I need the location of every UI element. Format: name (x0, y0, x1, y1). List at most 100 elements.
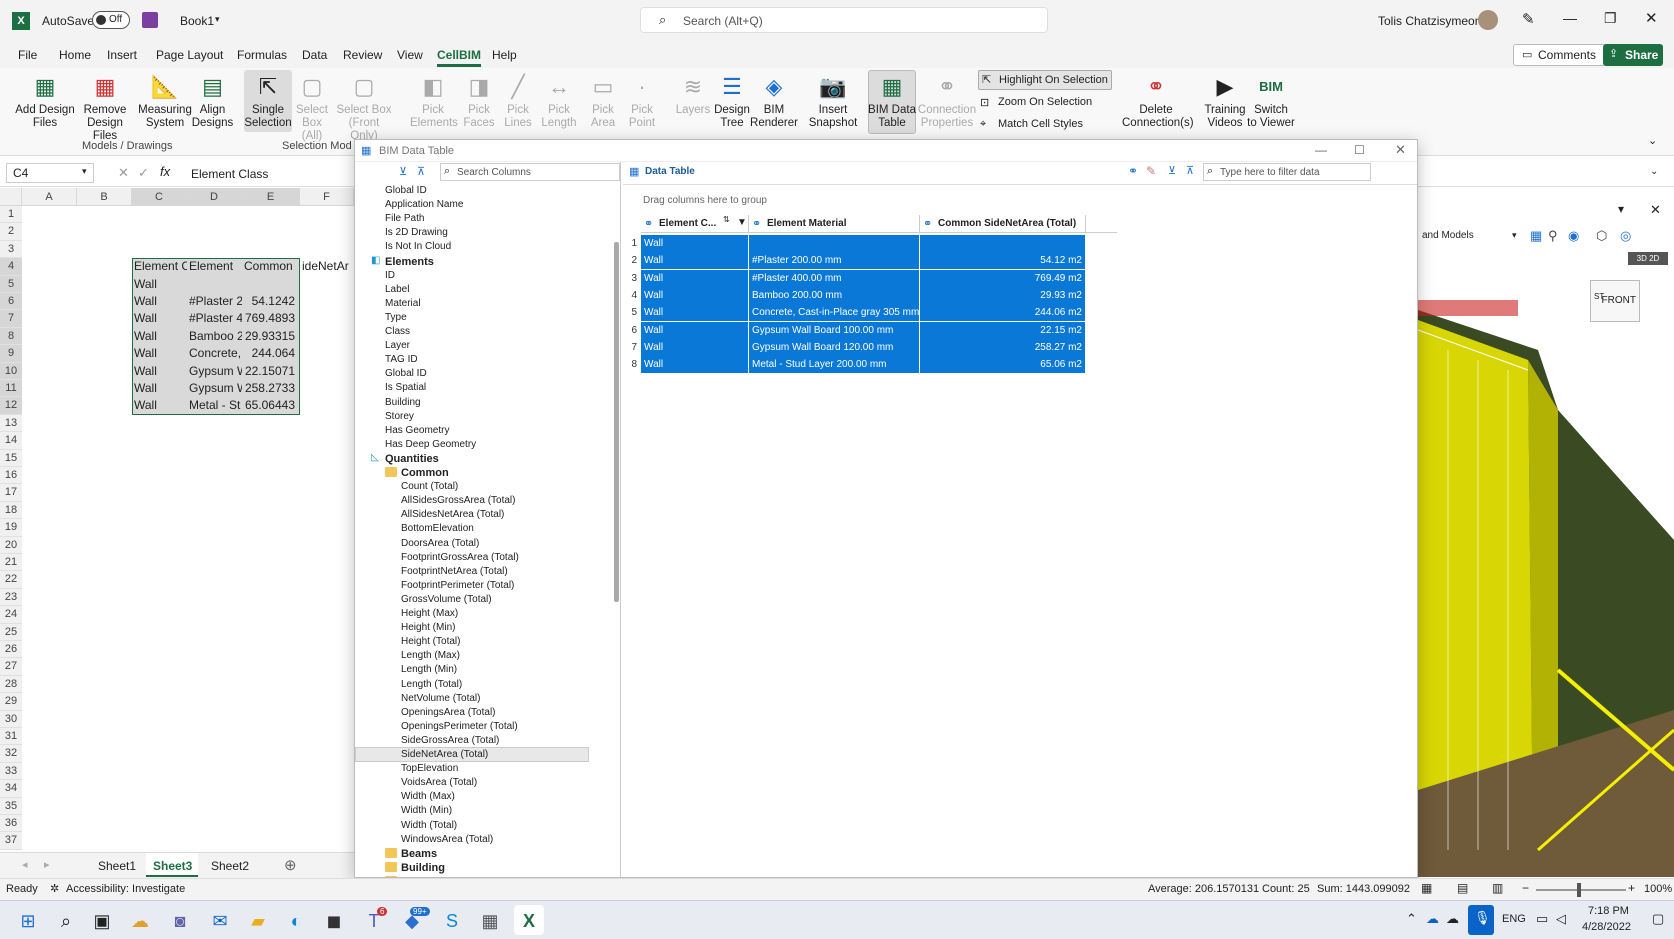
tree-item[interactable]: Layer (385, 339, 410, 353)
sheet-cell[interactable]: #Plaster 2 (187, 293, 242, 310)
tree-item[interactable]: SideNetArea (Total) (401, 748, 488, 762)
match-cell-styles-toggle[interactable]: Match Cell Styles (998, 118, 1083, 130)
sheet-cell[interactable]: 65.06443 (242, 397, 297, 414)
sheet-tab-sheet1[interactable]: Sheet1 (98, 859, 136, 873)
menu-help[interactable]: Help (492, 48, 517, 62)
table-cell[interactable]: Wall (641, 269, 749, 287)
tree-item[interactable]: Building Element Proxies (401, 875, 534, 877)
row-header[interactable]: 11 (0, 380, 22, 398)
table-cell[interactable]: 65.06 m2 (920, 356, 1086, 374)
tree-item[interactable]: TAG ID (385, 353, 418, 367)
menu-home[interactable]: Home (59, 48, 91, 62)
tree-item[interactable]: Global ID (385, 184, 427, 198)
delete-connections-button[interactable]: ⚭ Delete Connection(s) (1122, 72, 1194, 130)
tree-item[interactable]: VoidsArea (Total) (401, 776, 477, 790)
bim-renderer-button[interactable]: ◈ BIM Renderer (750, 72, 798, 130)
sheet-cell[interactable]: 769.4893 (242, 310, 297, 327)
sort-icon[interactable]: ⇅ (723, 215, 730, 224)
table-cell[interactable]: 769.49 m2 (920, 269, 1086, 287)
table-row[interactable]: 1 Wall (623, 235, 1113, 253)
row-header[interactable]: 2 (0, 223, 22, 241)
design-tree-button[interactable]: ☰ Design Tree (710, 72, 754, 130)
globe-icon[interactable]: ◉ (1568, 228, 1579, 244)
tree-item[interactable]: FootprintGrossArea (Total) (401, 551, 519, 565)
tree-scrollbar[interactable] (614, 242, 619, 602)
skype-icon[interactable]: S (440, 909, 464, 933)
switch-to-viewer-button[interactable]: BIM Switch to Viewer (1246, 72, 1296, 130)
check-icon[interactable]: ✓ (138, 165, 149, 181)
table-cell[interactable]: 22.15 m2 (920, 321, 1086, 339)
row-header[interactable]: 32 (0, 745, 22, 763)
search-columns-input[interactable]: ⌕ Search Columns (440, 163, 620, 181)
row-header[interactable]: 16 (0, 467, 22, 485)
column-header-c[interactable]: C (132, 188, 187, 206)
column-header-a[interactable]: A (22, 188, 77, 206)
row-header[interactable]: 15 (0, 449, 22, 467)
restore-icon[interactable]: ❐ (1604, 10, 1617, 27)
table-cell[interactable]: 258.27 m2 (920, 338, 1086, 356)
table-cell[interactable] (749, 235, 920, 252)
tree-item[interactable]: Quantities (385, 452, 439, 466)
menu-view[interactable]: View (397, 48, 423, 62)
task-view-icon[interactable]: ▣ (90, 909, 114, 933)
dialog-close-icon[interactable]: ✕ (1395, 142, 1406, 158)
table-cell[interactable]: Concrete, Cast-in-Place gray 305 mm (749, 304, 920, 322)
row-header[interactable]: 34 (0, 780, 22, 798)
row-header[interactable]: 17 (0, 484, 22, 502)
tree-item[interactable]: Application Name (385, 198, 463, 212)
menu-page-layout[interactable]: Page Layout (156, 48, 223, 62)
zoom-slider-track[interactable] (1536, 889, 1626, 891)
column-header-d[interactable]: D (187, 188, 242, 206)
sheet-cell[interactable]: 244.064 (242, 345, 297, 362)
ribbon-collapse-icon[interactable]: ⌄ (1648, 134, 1657, 147)
sheet-cell[interactable]: 54.1242 (242, 293, 297, 310)
sheet-cell[interactable]: Wall (132, 380, 187, 397)
row-header[interactable]: 4 (0, 258, 22, 276)
tree-item[interactable]: Class (385, 325, 410, 339)
sheet-cell[interactable]: Gypsum W (187, 363, 242, 380)
expand-rows-icon[interactable]: ⊻ (1168, 164, 1176, 177)
zoom-in-icon[interactable]: + (1628, 881, 1635, 895)
menu-cellbim[interactable]: CellBIM (437, 48, 482, 67)
tree-item[interactable]: WindowsArea (Total) (401, 833, 493, 847)
chevron-down-icon[interactable]: ⌄ (1650, 166, 1658, 177)
tree-item[interactable]: Width (Min) (401, 804, 452, 818)
clock-time[interactable]: 7:18 PM (1588, 905, 1629, 917)
tree-item[interactable]: NetVolume (Total) (401, 692, 480, 706)
sheet-cell[interactable]: Wall (132, 397, 187, 414)
header-side-net-area[interactable]: ⚭ Common SideNetArea (Total) (920, 215, 1086, 233)
row-header[interactable]: 7 (0, 310, 22, 328)
tree-item[interactable]: Length (Total) (401, 678, 462, 692)
sheet-cell[interactable]: Element (187, 258, 242, 275)
zoom-out-icon[interactable]: − (1522, 881, 1529, 895)
table-cell[interactable]: Bamboo 200.00 mm (749, 286, 920, 304)
align-designs-button[interactable]: ▤ Align Designs (190, 72, 235, 130)
table-cell[interactable]: Metal - Stud Layer 200.00 mm (749, 356, 920, 374)
table-row[interactable]: 8 Wall Metal - Stud Layer 200.00 mm 65.06 m… (623, 356, 1113, 375)
windows-start-icon[interactable]: ⊞ (16, 909, 40, 933)
table-row[interactable]: 3 Wall #Plaster 400.00 mm 769.49 m2 (623, 269, 1113, 288)
row-header[interactable]: 25 (0, 623, 22, 641)
pick-faces-button[interactable]: ◨ Pick Faces (458, 72, 500, 130)
view-mode-badge[interactable]: 3D 2D (1628, 252, 1668, 265)
cancel-icon[interactable]: ✕ (118, 165, 129, 181)
column-tree[interactable]: Global ID Application Name File Path Is 2D … (355, 184, 613, 877)
row-header[interactable]: 3 (0, 240, 22, 259)
row-header[interactable]: 27 (0, 658, 22, 676)
zoom-on-selection-toggle[interactable]: Zoom On Selection (998, 96, 1092, 108)
table-cell[interactable]: Wall (641, 304, 749, 322)
add-sheet-icon[interactable]: ⊕ (284, 856, 297, 874)
pick-area-button[interactable]: ▭ Pick Area (582, 72, 624, 130)
row-header[interactable]: 31 (0, 728, 22, 746)
select-all-corner[interactable] (0, 188, 22, 206)
function-icon[interactable]: fx (160, 164, 170, 179)
row-header[interactable]: 18 (0, 501, 22, 520)
select-box-front-button[interactable]: ▢ Select Box (Front Only) (334, 72, 394, 143)
row-header[interactable]: 20 (0, 536, 22, 554)
table-row[interactable]: 5 Wall Concrete, Cast-in-Place gray 305 mm… (623, 304, 1113, 323)
sheet-cell[interactable]: Element C (132, 258, 187, 275)
tree-item[interactable]: Length (Min) (401, 663, 457, 677)
sheet-cell[interactable]: Gypsum W (187, 380, 242, 397)
tree-item[interactable]: Has Deep Geometry (385, 438, 476, 452)
avatar[interactable] (1478, 10, 1498, 30)
